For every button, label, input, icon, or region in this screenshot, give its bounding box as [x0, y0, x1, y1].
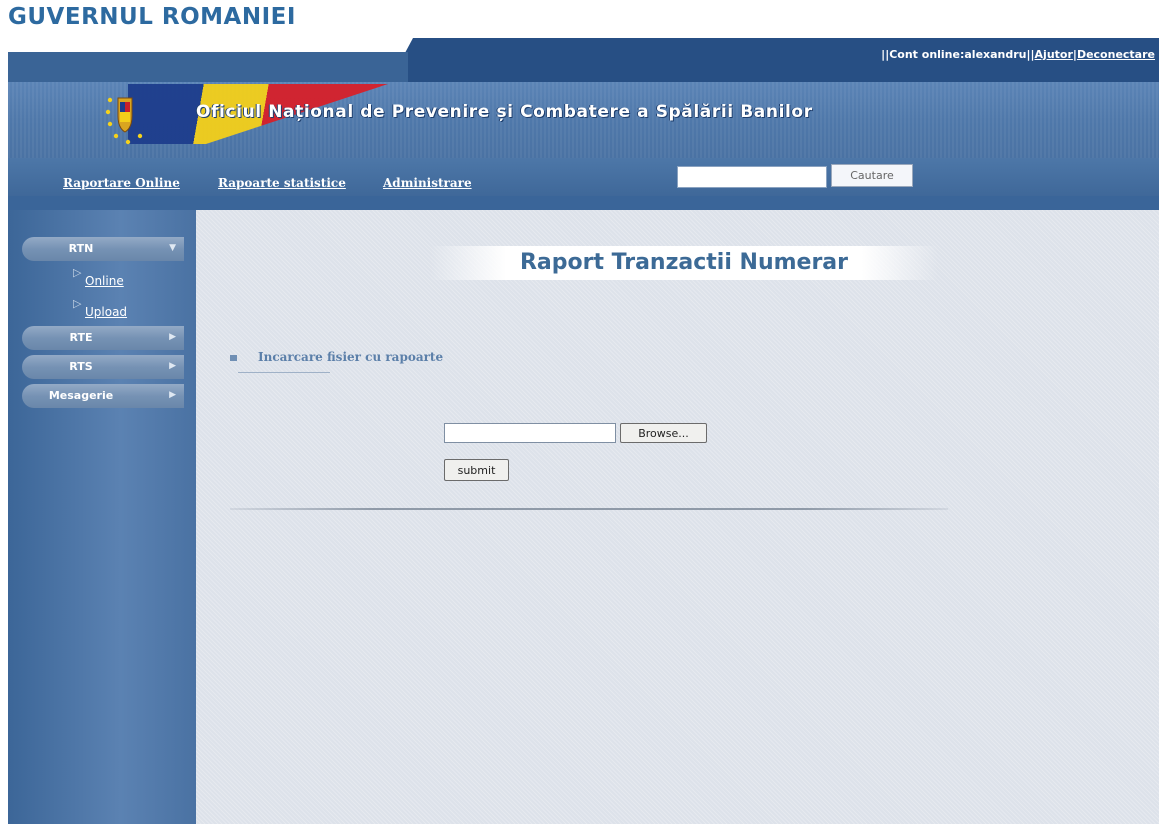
- sidebar-subitem-upload[interactable]: Upload: [85, 305, 127, 319]
- chevron-right-icon: ▶: [169, 332, 176, 342]
- account-bar: ||Cont online:alexandru||Ajutor|Deconect…: [881, 48, 1155, 61]
- top-band-left: [8, 52, 408, 82]
- square-bullet-icon: [230, 355, 237, 361]
- sidebar-item-label: RTE: [69, 331, 93, 344]
- nav-raportare-online[interactable]: Raportare Online: [63, 176, 180, 190]
- logout-link[interactable]: Deconectare: [1077, 48, 1155, 61]
- sidebar: [8, 210, 196, 824]
- triangle-right-icon: ▷: [73, 297, 82, 310]
- section-heading: Incarcare fisier cu rapoarte: [258, 350, 444, 364]
- sidebar-item-mesagerie[interactable]: Mesagerie ▶: [22, 384, 184, 408]
- nav-administrare[interactable]: Administrare: [383, 176, 472, 190]
- search-button[interactable]: Cautare: [831, 164, 913, 187]
- top-nav: [8, 158, 1159, 196]
- search-input[interactable]: [677, 166, 827, 188]
- chevron-right-icon: ▶: [169, 361, 176, 371]
- sidebar-item-rte[interactable]: RTE ▶: [22, 326, 184, 350]
- nav-divider-strip: [8, 196, 1159, 210]
- sidebar-item-label: RTN: [68, 242, 94, 255]
- browse-button[interactable]: Browse...: [620, 423, 707, 443]
- sidebar-item-rtn[interactable]: RTN ▼: [22, 237, 184, 261]
- page-title: Raport Tranzactii Numerar: [519, 250, 849, 275]
- agency-title: Oficiul Național de Prevenire și Combate…: [196, 102, 813, 122]
- main-content: [196, 210, 1159, 824]
- section-underline: [238, 372, 330, 373]
- government-title: GUVERNUL ROMANIEI: [8, 4, 296, 30]
- triangle-right-icon: ▷: [73, 266, 82, 279]
- sidebar-subitem-online[interactable]: Online: [85, 274, 124, 288]
- help-link[interactable]: Ajutor: [1035, 48, 1073, 61]
- chevron-right-icon: ▶: [169, 390, 176, 400]
- sidebar-item-label: Mesagerie: [48, 389, 114, 402]
- agency-banner: Oficiul Național de Prevenire și Combate…: [8, 82, 1159, 158]
- sidebar-item-label: RTS: [69, 360, 93, 373]
- sidebar-item-rts[interactable]: RTS ▶: [22, 355, 184, 379]
- nav-rapoarte-statistice[interactable]: Rapoarte statistice: [218, 176, 346, 190]
- file-path-input[interactable]: [444, 423, 616, 443]
- submit-button[interactable]: submit: [444, 459, 509, 481]
- content-divider: [230, 508, 948, 510]
- coat-of-arms-icon: [105, 97, 143, 145]
- account-user-text: ||Cont online:alexandru||: [881, 48, 1035, 61]
- chevron-down-icon: ▼: [169, 243, 176, 253]
